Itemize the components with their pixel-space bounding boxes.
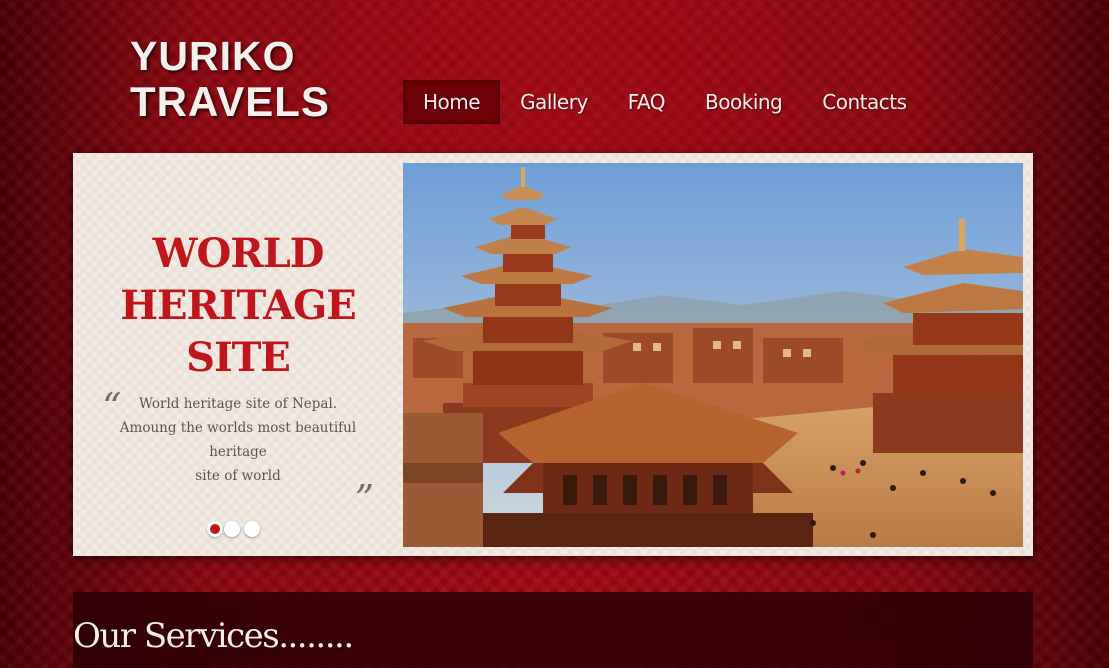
hero-slider: WORLD HERITAGE SITE “ World heritage sit… bbox=[73, 153, 1033, 556]
slider-dot-3[interactable] bbox=[244, 521, 260, 537]
slider-dot-2[interactable] bbox=[224, 521, 240, 537]
slide-text-block: WORLD HERITAGE SITE “ World heritage sit… bbox=[98, 228, 378, 518]
nav-item-contacts[interactable]: Contacts bbox=[802, 80, 926, 124]
temple-photo bbox=[403, 163, 1023, 547]
temple-photo-art bbox=[403, 163, 1023, 547]
close-quote-icon: ” bbox=[354, 477, 374, 521]
slide-quote: “ World heritage site of Nepal. Amoung t… bbox=[98, 388, 378, 518]
slider-dot-1[interactable] bbox=[210, 524, 220, 534]
nav-item-gallery[interactable]: Gallery bbox=[500, 80, 608, 124]
main-nav: Home Gallery FAQ Booking Contacts bbox=[403, 80, 926, 124]
logo-line-2: TRAVELS bbox=[130, 78, 330, 125]
slider-pagination bbox=[210, 521, 260, 537]
nav-item-home[interactable]: Home bbox=[403, 80, 501, 124]
services-section: Our Services........ bbox=[73, 592, 1033, 668]
services-heading: Our Services........ bbox=[73, 616, 354, 656]
logo-line-1: YURIKO bbox=[130, 33, 296, 79]
slide-caption: World heritage site of Nepal. Amoung the… bbox=[119, 396, 357, 484]
site-logo[interactable]: YURIKO TRAVELS bbox=[130, 34, 330, 124]
slide-title: WORLD HERITAGE SITE bbox=[120, 230, 357, 381]
nav-item-faq[interactable]: FAQ bbox=[608, 80, 685, 124]
open-quote-icon: “ bbox=[102, 385, 122, 429]
nav-item-booking[interactable]: Booking bbox=[685, 80, 802, 124]
